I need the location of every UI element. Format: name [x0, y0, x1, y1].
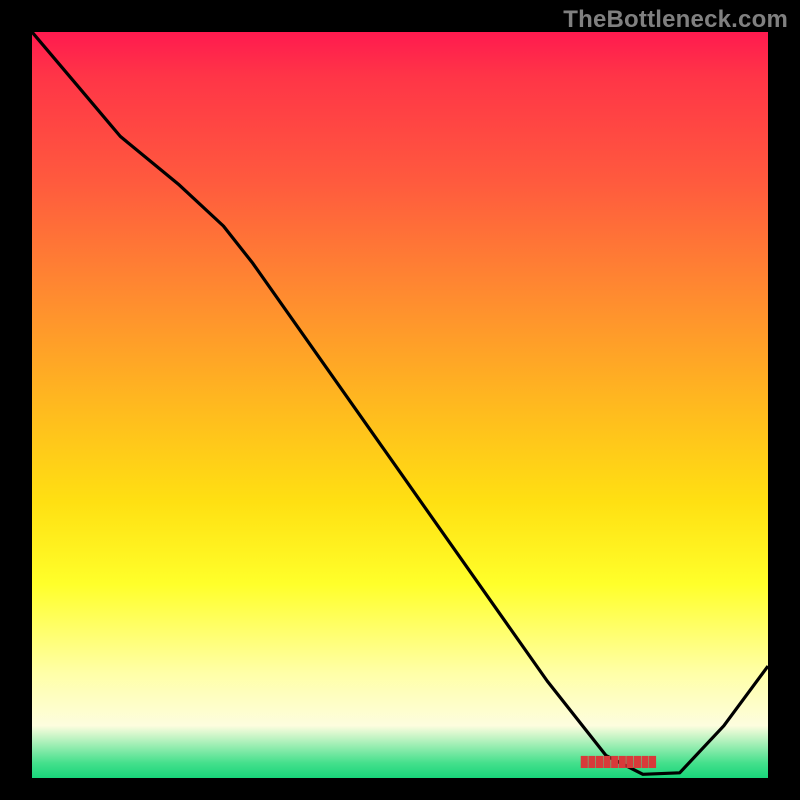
watermark-text: TheBottleneck.com [563, 6, 788, 34]
line-overlay [32, 32, 768, 778]
bottleneck-curve [32, 32, 768, 774]
chart-canvas: TheBottleneck.com ██████████ [0, 0, 800, 800]
plot-area: ██████████ [32, 32, 768, 778]
min-bottleneck-label: ██████████ [581, 757, 657, 768]
